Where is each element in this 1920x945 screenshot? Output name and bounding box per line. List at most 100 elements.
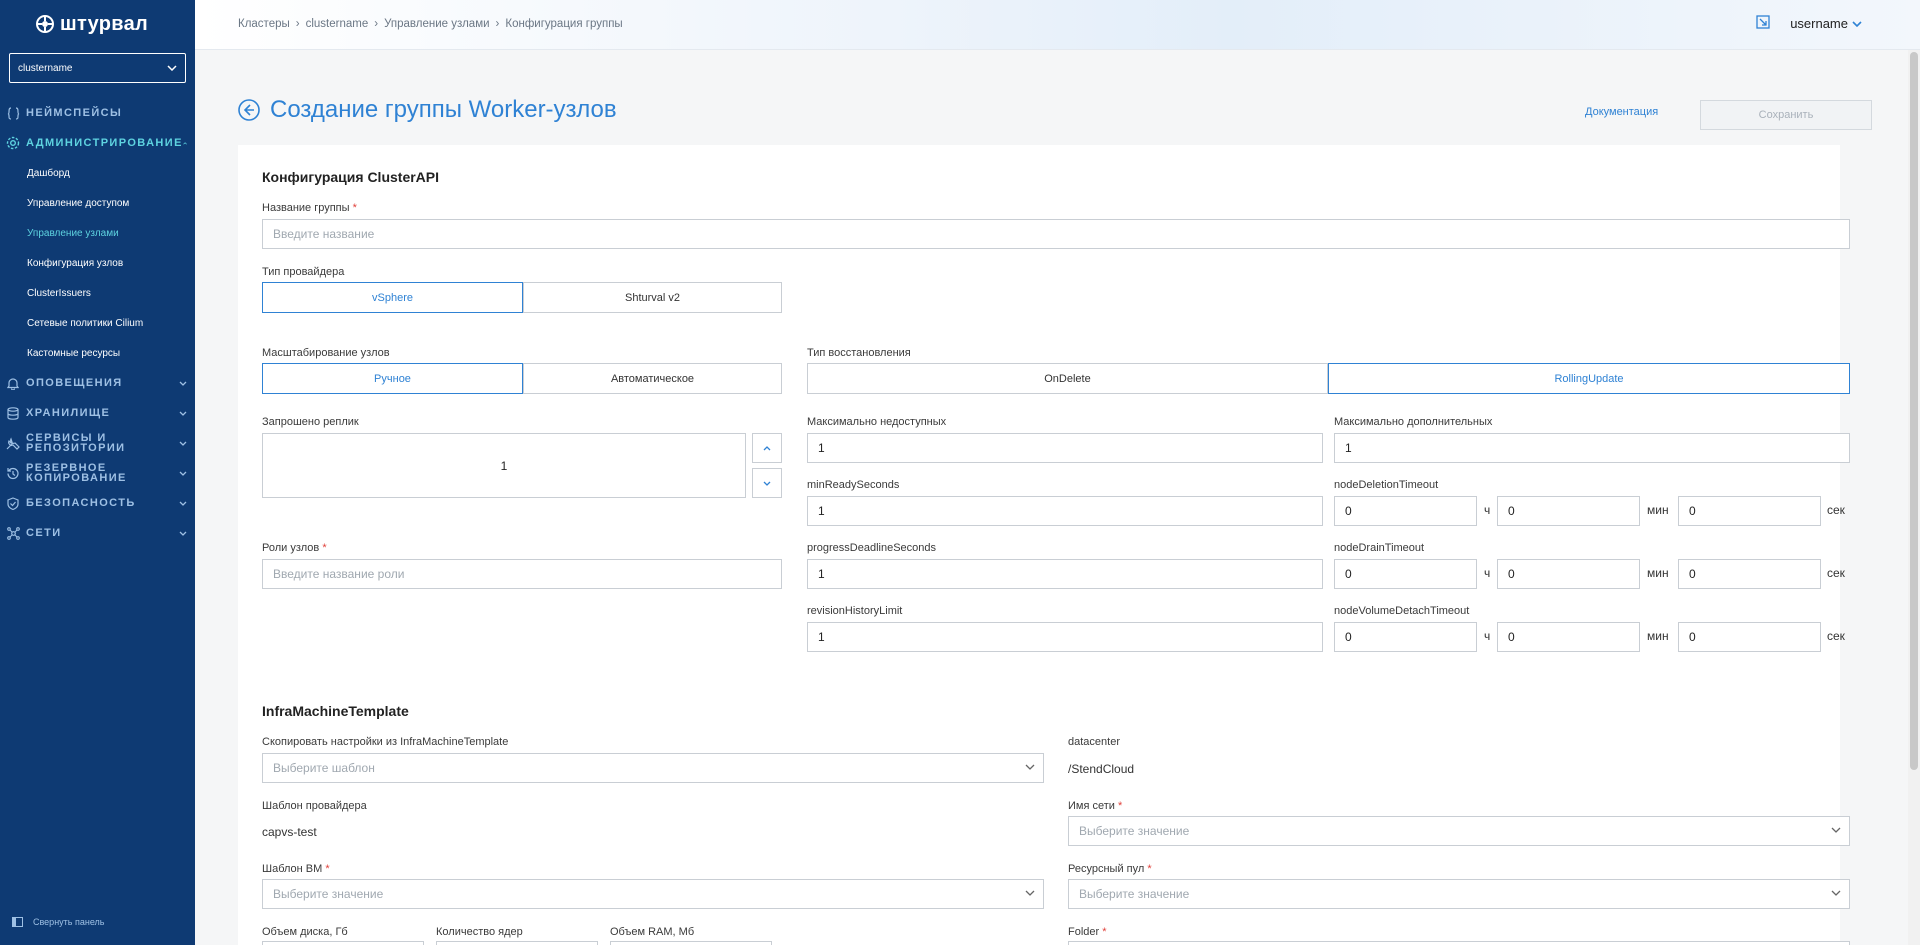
required-mark: * bbox=[322, 542, 327, 554]
node-drain-seconds-input[interactable]: 0 bbox=[1678, 559, 1821, 589]
external-link-icon[interactable] bbox=[1756, 15, 1770, 32]
node-volume-minutes-input[interactable]: 0 bbox=[1497, 622, 1640, 652]
provider-template-value: capvs-test bbox=[262, 825, 317, 839]
provider-type-label: Тип провайдера bbox=[262, 266, 345, 278]
node-roles-input[interactable]: Введите название роли bbox=[262, 559, 782, 589]
logo[interactable]: штурвал bbox=[36, 12, 148, 36]
bell-icon bbox=[6, 376, 20, 390]
node-drain-minutes-input[interactable]: 0 bbox=[1497, 559, 1640, 589]
provider-shturval-button[interactable]: Shturval v2 bbox=[523, 282, 782, 313]
nav-item-dashboard[interactable]: Дашборд bbox=[0, 158, 195, 188]
nav-item-access[interactable]: Управление доступом bbox=[0, 188, 195, 218]
node-deletion-seconds-input[interactable]: 0 bbox=[1678, 496, 1821, 526]
node-deletion-hours-input[interactable]: 0 bbox=[1334, 496, 1477, 526]
nav-section-backup[interactable]: РЕЗЕРВНОЕ КОПИРОВАНИЕ bbox=[0, 458, 195, 488]
provider-vsphere-button[interactable]: vSphere bbox=[262, 282, 523, 313]
network-name-select[interactable]: Выберите значение bbox=[1068, 816, 1850, 846]
chevron-down-icon bbox=[167, 65, 177, 71]
hours-unit: ч bbox=[1484, 629, 1491, 643]
minutes-unit: мин bbox=[1647, 503, 1669, 517]
disk-size-input[interactable] bbox=[262, 941, 424, 945]
max-unavailable-label: Максимально недоступных bbox=[807, 416, 947, 428]
group-name-input[interactable]: Введите название bbox=[262, 219, 1850, 249]
max-unavailable-input[interactable]: 1 bbox=[807, 433, 1323, 463]
collapse-icon bbox=[12, 917, 23, 927]
namespace-icon bbox=[6, 106, 20, 120]
minutes-unit: мин bbox=[1647, 566, 1669, 580]
disk-size-label: Объем диска, Гб bbox=[262, 926, 348, 938]
replicas-decrement-button[interactable] bbox=[752, 468, 782, 498]
breadcrumb-current: Конфигурация группы bbox=[505, 18, 623, 30]
nav-section-storage[interactable]: ХРАНИЛИЩЕ bbox=[0, 398, 195, 428]
node-drain-hours-input[interactable]: 0 bbox=[1334, 559, 1477, 589]
datacenter-value: /StendCloud bbox=[1068, 762, 1135, 776]
scaling-auto-button[interactable]: Автоматическое bbox=[523, 363, 782, 394]
breadcrumb: Кластеры › clustername › Управление узла… bbox=[238, 18, 623, 30]
network-name-label: Имя сети * bbox=[1068, 800, 1123, 812]
progress-deadline-input[interactable]: 1 bbox=[807, 559, 1323, 589]
ram-size-input[interactable] bbox=[610, 941, 772, 945]
nav-section-security[interactable]: БЕЗОПАСНОСТЬ bbox=[0, 488, 195, 518]
required-mark: * bbox=[325, 863, 330, 875]
seconds-unit: сек bbox=[1827, 503, 1845, 517]
copy-template-select[interactable]: Выберите шаблон bbox=[262, 753, 1044, 783]
nav-item-nodes[interactable]: Управление узлами bbox=[0, 218, 195, 248]
datacenter-label: datacenter bbox=[1068, 736, 1120, 748]
chevron-down-icon bbox=[1025, 890, 1035, 896]
collapse-panel-button[interactable]: Свернуть панель bbox=[12, 917, 104, 927]
folder-select[interactable] bbox=[1068, 941, 1850, 945]
replicas-input[interactable]: 1 bbox=[262, 433, 746, 498]
form-card: Конфигурация ClusterAPI Название группы … bbox=[238, 145, 1850, 945]
nav-item-clusterissuers[interactable]: ClusterIssuers bbox=[0, 278, 195, 308]
breadcrumb-separator: › bbox=[495, 18, 500, 30]
max-surge-input[interactable]: 1 bbox=[1334, 433, 1850, 463]
recovery-ondelete-button[interactable]: OnDelete bbox=[807, 363, 1328, 394]
node-deletion-timeout-label: nodeDeletionTimeout bbox=[1334, 479, 1439, 491]
scrollbar[interactable] bbox=[1908, 50, 1920, 945]
breadcrumb-cluster[interactable]: clustername bbox=[306, 18, 369, 30]
scaling-label: Масштабирование узлов bbox=[262, 347, 390, 359]
revision-history-input[interactable]: 1 bbox=[807, 622, 1323, 652]
database-icon bbox=[6, 406, 20, 420]
save-button[interactable]: Сохранить bbox=[1700, 100, 1872, 130]
nav-section-services[interactable]: СЕРВИСЫ И РЕПОЗИТОРИИ bbox=[0, 428, 195, 458]
required-mark: * bbox=[1102, 926, 1107, 938]
revision-history-label: revisionHistoryLimit bbox=[807, 605, 903, 617]
vm-template-select[interactable]: Выберите значение bbox=[262, 879, 1044, 909]
chevron-down-icon bbox=[1852, 20, 1862, 27]
required-mark: * bbox=[352, 202, 357, 214]
chevron-down-icon bbox=[1831, 890, 1841, 896]
ram-size-label: Объем RAM, Мб bbox=[610, 926, 695, 938]
required-mark: * bbox=[1147, 863, 1152, 875]
cluster-select[interactable]: clustername bbox=[9, 53, 186, 83]
nav-section-alerts[interactable]: ОПОВЕЩЕНИЯ bbox=[0, 368, 195, 398]
nav-item-cilium[interactable]: Сетевые политики Cilium bbox=[0, 308, 195, 338]
replicas-increment-button[interactable] bbox=[752, 433, 782, 463]
nav-section-administration[interactable]: АДМИНИСТРИРОВАНИЕ bbox=[0, 128, 195, 158]
logo-icon bbox=[36, 15, 54, 33]
required-mark: * bbox=[1117, 800, 1123, 812]
back-arrow-icon[interactable] bbox=[238, 99, 260, 121]
node-volume-seconds-input[interactable]: 0 bbox=[1678, 622, 1821, 652]
min-ready-seconds-input[interactable]: 1 bbox=[807, 496, 1323, 526]
provider-template-label: Шаблон провайдера bbox=[262, 800, 367, 812]
node-deletion-minutes-input[interactable]: 0 bbox=[1497, 496, 1640, 526]
cpu-cores-input[interactable] bbox=[436, 941, 598, 945]
nav-section-network[interactable]: СЕТИ bbox=[0, 518, 195, 548]
scrollbar-thumb[interactable] bbox=[1910, 52, 1918, 770]
nav-item-node-config[interactable]: Конфигурация узлов bbox=[0, 248, 195, 278]
resource-pool-select[interactable]: Выберите значение bbox=[1068, 879, 1850, 909]
user-menu[interactable]: username bbox=[1790, 16, 1862, 31]
breadcrumb-nodes[interactable]: Управление узлами bbox=[384, 18, 489, 30]
documentation-link[interactable]: Документация bbox=[1585, 106, 1658, 118]
hours-unit: ч bbox=[1484, 566, 1491, 580]
copy-template-label: Скопировать настройки из InfraMachineTem… bbox=[262, 736, 509, 748]
progress-deadline-label: progressDeadlineSeconds bbox=[807, 542, 937, 554]
breadcrumb-separator: › bbox=[374, 18, 379, 30]
recovery-rollingupdate-button[interactable]: RollingUpdate bbox=[1328, 363, 1850, 394]
node-volume-hours-input[interactable]: 0 bbox=[1334, 622, 1477, 652]
scaling-manual-button[interactable]: Ручное bbox=[262, 363, 523, 394]
breadcrumb-clusters[interactable]: Кластеры bbox=[238, 18, 290, 30]
nav-item-custom-resources[interactable]: Кастомные ресурсы bbox=[0, 338, 195, 368]
nav-section-namespaces[interactable]: НЕЙМСПЕЙСЫ bbox=[0, 98, 195, 128]
